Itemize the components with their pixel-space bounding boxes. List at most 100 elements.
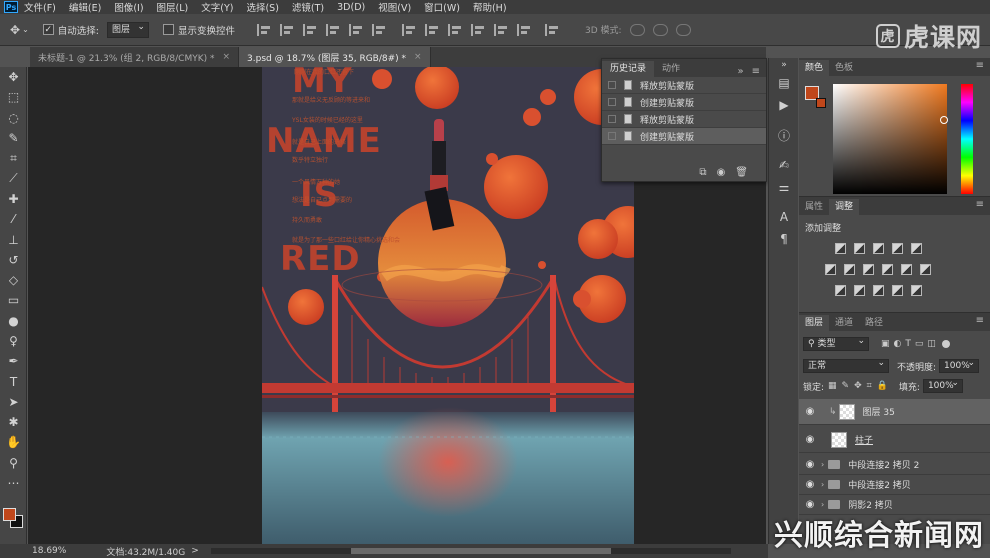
selective-color-icon[interactable]: [911, 285, 922, 296]
menu-view[interactable]: 视图(V): [378, 0, 411, 14]
panel-menu-icon[interactable]: ≡: [976, 199, 984, 210]
layer-filter-select[interactable]: ⚲ 类型: [803, 335, 869, 351]
layer-row[interactable]: ◉ 柱子: [799, 427, 990, 453]
auto-align-icon[interactable]: [544, 23, 561, 36]
panel-menu-icon[interactable]: ≡: [976, 315, 984, 326]
threshold-icon[interactable]: [873, 285, 884, 296]
distribute-bottom-icon[interactable]: [447, 23, 464, 36]
history-state[interactable]: 释放剪贴蒙版: [602, 77, 766, 94]
eye-icon[interactable]: ◉: [799, 406, 821, 417]
align-vcenter-icon[interactable]: [279, 23, 296, 36]
menu-filter[interactable]: 滤镜(T): [292, 0, 324, 14]
quick-select-tool-icon[interactable]: ✎: [0, 128, 27, 148]
distribute-top-icon[interactable]: [401, 23, 418, 36]
healing-brush-tool-icon[interactable]: ✚: [0, 189, 27, 209]
orbit-3d-icon[interactable]: [629, 23, 645, 36]
curves-icon[interactable]: [873, 243, 884, 254]
history-brush-tool-icon[interactable]: ↺: [0, 250, 27, 270]
color-picker-field[interactable]: [833, 84, 947, 194]
menu-help[interactable]: 帮助(H): [473, 0, 507, 14]
foreground-color-swatch[interactable]: [3, 508, 16, 521]
layer-row[interactable]: ◉ ↳ 图层 35: [799, 399, 990, 425]
align-left-icon[interactable]: [325, 23, 342, 36]
close-icon[interactable]: ×: [222, 52, 230, 62]
align-right-icon[interactable]: [371, 23, 388, 36]
distribute-right-icon[interactable]: [516, 23, 533, 36]
align-hcenter-icon[interactable]: [348, 23, 365, 36]
document-canvas[interactable]: MY NAME IS RED 刚刚在我的口红还留下 那就是给义无反顾的等进来和 …: [262, 67, 634, 544]
tab-properties[interactable]: 属性: [799, 199, 829, 215]
collapse-panels-icon[interactable]: »: [769, 58, 799, 72]
invert-icon[interactable]: [835, 285, 846, 296]
lock-options-icons[interactable]: ▦✎✥⌗🔒: [828, 381, 893, 391]
color-lookup-icon[interactable]: [920, 264, 931, 275]
photo-filter-icon[interactable]: [882, 264, 893, 275]
eraser-tool-icon[interactable]: ◇: [0, 270, 27, 290]
history-panel-icon[interactable]: ▤: [769, 72, 799, 94]
history-state[interactable]: 创建剪贴蒙版: [602, 128, 766, 145]
menu-edit[interactable]: 编辑(E): [69, 0, 101, 14]
hue-saturation-icon[interactable]: [825, 264, 836, 275]
color-balance-icon[interactable]: [844, 264, 855, 275]
menu-3d[interactable]: 3D(D): [337, 2, 365, 13]
align-top-icon[interactable]: [256, 23, 273, 36]
chevron-down-icon[interactable]: ⌄: [22, 25, 29, 34]
align-bottom-icon[interactable]: [302, 23, 319, 36]
pan-3d-icon[interactable]: [675, 23, 691, 36]
distribute-hcenter-icon[interactable]: [493, 23, 510, 36]
filter-toggle-icon[interactable]: [941, 340, 950, 348]
color-background-swatch[interactable]: [816, 98, 826, 108]
expand-arrow-icon[interactable]: ›: [821, 500, 824, 509]
tab-history[interactable]: 历史记录: [602, 61, 655, 77]
levels-icon[interactable]: [854, 243, 865, 254]
history-brush-source-checkbox[interactable]: [608, 132, 616, 140]
distribute-vcenter-icon[interactable]: [424, 23, 441, 36]
trash-icon[interactable]: 🗑: [735, 167, 748, 178]
eye-icon[interactable]: ◉: [799, 459, 821, 470]
tab-adjustments[interactable]: 调整: [829, 199, 860, 215]
tab-swatches[interactable]: 色板: [829, 60, 859, 76]
horizontal-scrollbar[interactable]: [210, 548, 731, 554]
dodge-tool-icon[interactable]: ♀: [0, 331, 27, 351]
character-panel-icon[interactable]: A: [769, 206, 799, 228]
tab-layers[interactable]: 图层: [799, 315, 830, 331]
eye-icon[interactable]: ◉: [799, 479, 821, 490]
black-white-icon[interactable]: [863, 264, 874, 275]
move-tool-icon[interactable]: ✥: [0, 67, 27, 87]
custom-shape-tool-icon[interactable]: ✱: [0, 412, 27, 432]
color-picker-marker[interactable]: [940, 116, 948, 124]
tab-actions[interactable]: 动作: [654, 61, 688, 77]
vibrance-icon[interactable]: [911, 243, 922, 254]
auto-select-checkbox[interactable]: ✓: [42, 24, 54, 35]
panel-menu-icon[interactable]: ≡: [752, 66, 760, 77]
gradient-map-icon[interactable]: [892, 285, 903, 296]
more-tools-icon[interactable]: ⋯: [0, 473, 27, 493]
clone-stamp-tool-icon[interactable]: ⊥: [0, 229, 27, 249]
menu-type[interactable]: 文字(Y): [201, 0, 233, 14]
eye-icon[interactable]: ◉: [799, 499, 821, 510]
new-snapshot-icon[interactable]: ⧉: [699, 167, 706, 178]
menu-select[interactable]: 选择(S): [246, 0, 278, 14]
roll-3d-icon[interactable]: [652, 23, 668, 36]
distribute-left-icon[interactable]: [470, 23, 487, 36]
lasso-tool-icon[interactable]: ◌: [0, 108, 27, 128]
hand-tool-icon[interactable]: ✋: [0, 432, 27, 452]
posterize-icon[interactable]: [854, 285, 865, 296]
panel-menu-icon[interactable]: ≡: [976, 60, 984, 71]
show-transform-checkbox[interactable]: [162, 24, 174, 35]
brush-tool-icon[interactable]: ⁄: [0, 209, 27, 229]
exposure-icon[interactable]: [892, 243, 903, 254]
close-icon[interactable]: ×: [414, 52, 422, 62]
zoom-tool-icon[interactable]: ⚲: [0, 453, 27, 473]
tab-color[interactable]: 颜色: [799, 60, 830, 76]
auto-select-target-select[interactable]: 图层: [106, 20, 149, 38]
move-tool-icon[interactable]: ✥: [10, 23, 20, 37]
tab-untitled-1[interactable]: 未标题-1 @ 21.3% (组 2, RGB/8/CMYK) * ×: [30, 47, 240, 67]
layer-group-row[interactable]: ◉ › 中段连接2 拷贝 2: [799, 455, 990, 475]
layer-group-row[interactable]: ◉ › 中段连接2 拷贝: [799, 475, 990, 495]
hue-slider[interactable]: [961, 84, 973, 194]
status-menu-arrow[interactable]: >: [191, 546, 199, 556]
marquee-tool-icon[interactable]: ⬚: [0, 87, 27, 107]
adjustments-icon[interactable]: ⚌: [769, 176, 799, 198]
history-brush-source-checkbox[interactable]: [608, 98, 616, 106]
